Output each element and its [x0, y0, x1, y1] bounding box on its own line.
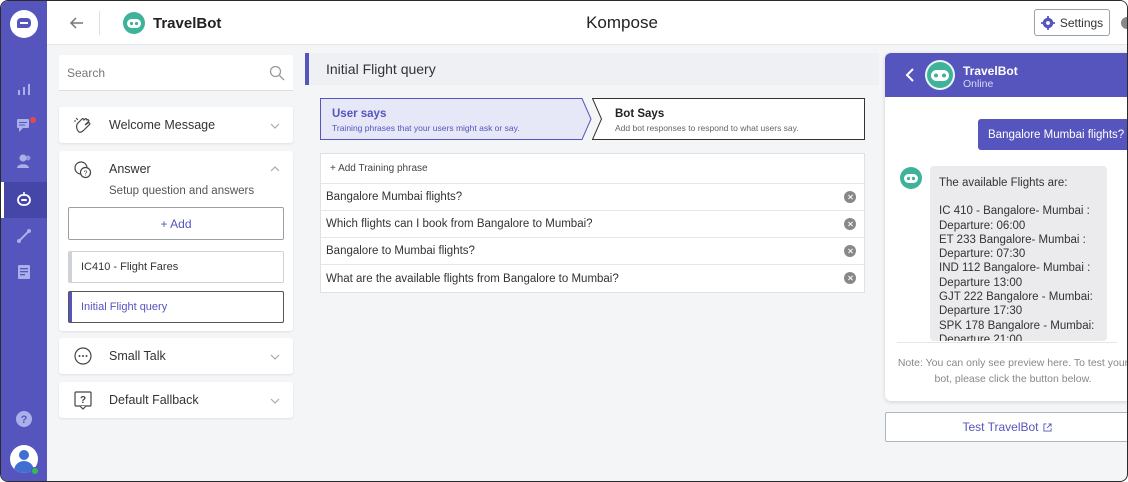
analytics-icon[interactable]	[15, 80, 33, 98]
bot-message-avatar-icon	[900, 167, 922, 189]
chevron-down-icon[interactable]	[269, 394, 281, 406]
overflow-indicator	[1121, 17, 1127, 29]
bot-title: TravelBot	[153, 15, 222, 32]
app-window: ? TravelBot Kompose Settings Search Welc…	[0, 0, 1128, 482]
preview-header: TravelBot Online	[885, 53, 1127, 97]
reports-icon[interactable]	[15, 263, 33, 281]
chevron-left-icon[interactable]	[903, 67, 917, 83]
small-talk-section[interactable]: Small Talk	[59, 338, 293, 374]
faq-bubbles-icon: ?	[73, 160, 93, 180]
gear-icon	[1040, 15, 1055, 30]
external-link-icon	[1042, 422, 1052, 432]
bot-avatar	[925, 60, 955, 90]
online-status-dot	[31, 467, 39, 475]
bot-message-line: IC 410 - Bangalore- Mumbai :	[939, 205, 1090, 218]
training-phrase-text: Bangalore to Mumbai flights?	[326, 245, 475, 257]
intent-item[interactable]: IC410 - Flight Fares	[68, 251, 284, 283]
nav-rail: ?	[1, 1, 47, 481]
say-tabs: User says Training phrases that your use…	[320, 98, 865, 140]
user-message-bubble: Bangalore Mumbai flights?	[978, 119, 1127, 150]
kompose-logo-icon[interactable]	[10, 10, 38, 38]
training-phrase-text: Bangalore Mumbai flights?	[326, 191, 463, 203]
help-icon[interactable]: ?	[15, 410, 33, 428]
svg-text:?: ?	[21, 414, 28, 426]
settings-button[interactable]: Settings	[1034, 9, 1110, 36]
top-bar: TravelBot Kompose Settings	[47, 1, 1127, 45]
question-box-icon: ?	[73, 390, 93, 410]
intent-editor: Initial Flight query User says Training …	[305, 45, 879, 481]
svg-text:?: ?	[80, 395, 86, 406]
training-phrase[interactable]: Bangalore Mumbai flights?	[321, 184, 864, 211]
notification-badge	[30, 117, 36, 123]
remove-phrase-icon[interactable]	[844, 272, 856, 284]
tab-bot-says[interactable]: Bot Says Add bot responses to respond to…	[592, 98, 865, 140]
bot-message-line: Departure: 07:30	[939, 248, 1026, 261]
bot-message-line: Departure 17:30	[939, 305, 1023, 318]
search-icon[interactable]	[269, 65, 285, 81]
tab-user-says[interactable]: User says Training phrases that your use…	[320, 98, 592, 140]
answer-label: Answer	[109, 162, 151, 176]
remove-phrase-icon[interactable]	[844, 245, 856, 257]
training-phrase[interactable]: What are the available flights from Bang…	[321, 265, 864, 292]
intents-sidebar: Welcome Message ? Answer Setup question …	[47, 45, 305, 481]
user-says-title: User says	[332, 108, 387, 120]
bot-message-line: SPK 178 Bangalore - Mumbai:	[939, 319, 1095, 332]
remove-phrase-icon[interactable]	[844, 218, 856, 230]
bot-message-line: GJT 222 Bangalore - Mumbai:	[939, 291, 1093, 304]
back-arrow-icon[interactable]	[67, 13, 87, 33]
intent-header: Initial Flight query	[305, 53, 879, 85]
chevron-down-icon[interactable]	[269, 119, 281, 131]
training-phrases-list: + Add Training phrase Bangalore Mumbai f…	[320, 153, 865, 293]
topbar-divider	[99, 11, 100, 35]
svg-text:?: ?	[84, 171, 88, 178]
training-phrase[interactable]: Which flights can I book from Bangalore …	[321, 211, 864, 238]
training-phrase-text: What are the available flights from Bang…	[326, 272, 619, 285]
answer-section: ? Answer Setup question and answers + Ad…	[59, 151, 293, 331]
default-fallback-section[interactable]: ? Default Fallback	[59, 382, 293, 418]
add-training-phrase-button[interactable]: + Add Training phrase	[321, 154, 864, 184]
chat-ellipsis-icon	[73, 346, 93, 366]
intent-item-active[interactable]: Initial Flight query	[68, 291, 284, 323]
welcome-message-label: Welcome Message	[109, 118, 216, 132]
answer-subtitle: Setup question and answers	[109, 185, 255, 197]
add-intent-button[interactable]: + Add	[68, 207, 284, 240]
bot-message-bubble: The available Flights are: IC 410 - Bang…	[930, 166, 1107, 341]
bot-says-title: Bot Says	[615, 108, 665, 120]
user-says-desc: Training phrases that your users might a…	[332, 123, 520, 133]
settings-label: Settings	[1059, 15, 1104, 30]
bot-message-line: ET 233 Bangalore- Mumbai :	[939, 233, 1086, 246]
travelbot-logo-icon	[123, 12, 145, 34]
chevron-down-icon[interactable]	[269, 350, 281, 362]
bot-message-line: IND 112 Bangalore- Mumbai :	[939, 262, 1091, 275]
page-title: Kompose	[586, 13, 658, 32]
preview-divider	[897, 342, 1117, 343]
users-icon[interactable]	[15, 152, 33, 170]
chevron-up-icon[interactable]	[269, 162, 281, 174]
preview-note: Note: You can only see preview here. To …	[897, 357, 1128, 385]
preview-bot-name: TravelBot	[963, 64, 1018, 78]
bot-says-desc: Add bot responses to respond to what use…	[615, 123, 799, 133]
training-phrase-text: Which flights can I book from Bangalore …	[326, 218, 593, 230]
test-travelbot-button[interactable]: Test TravelBot	[885, 412, 1127, 442]
waving-hand-icon	[73, 115, 93, 135]
chat-preview: TravelBot Online Bangalore Mumbai flight…	[885, 53, 1128, 401]
integrations-icon[interactable]	[15, 227, 33, 245]
intent-title: Initial Flight query	[326, 61, 436, 77]
search-input[interactable]	[67, 63, 257, 83]
preview-bot-status: Online	[963, 78, 994, 90]
default-fallback-label: Default Fallback	[109, 393, 199, 407]
bot-message-line: Departure 13:00	[939, 276, 1023, 289]
welcome-message-section[interactable]: Welcome Message	[59, 107, 293, 143]
bot-message-line: Departure 21:00	[939, 333, 1023, 341]
bot-message-line: Departure: 06:00	[939, 219, 1026, 232]
training-phrase[interactable]: Bangalore to Mumbai flights?	[321, 238, 864, 265]
search-box	[59, 55, 293, 91]
bot-icon[interactable]	[15, 191, 33, 209]
bot-message-intro: The available Flights are:	[939, 177, 1068, 189]
small-talk-label: Small Talk	[109, 349, 166, 363]
remove-phrase-icon[interactable]	[844, 191, 856, 203]
test-travelbot-label: Test TravelBot	[962, 420, 1039, 434]
